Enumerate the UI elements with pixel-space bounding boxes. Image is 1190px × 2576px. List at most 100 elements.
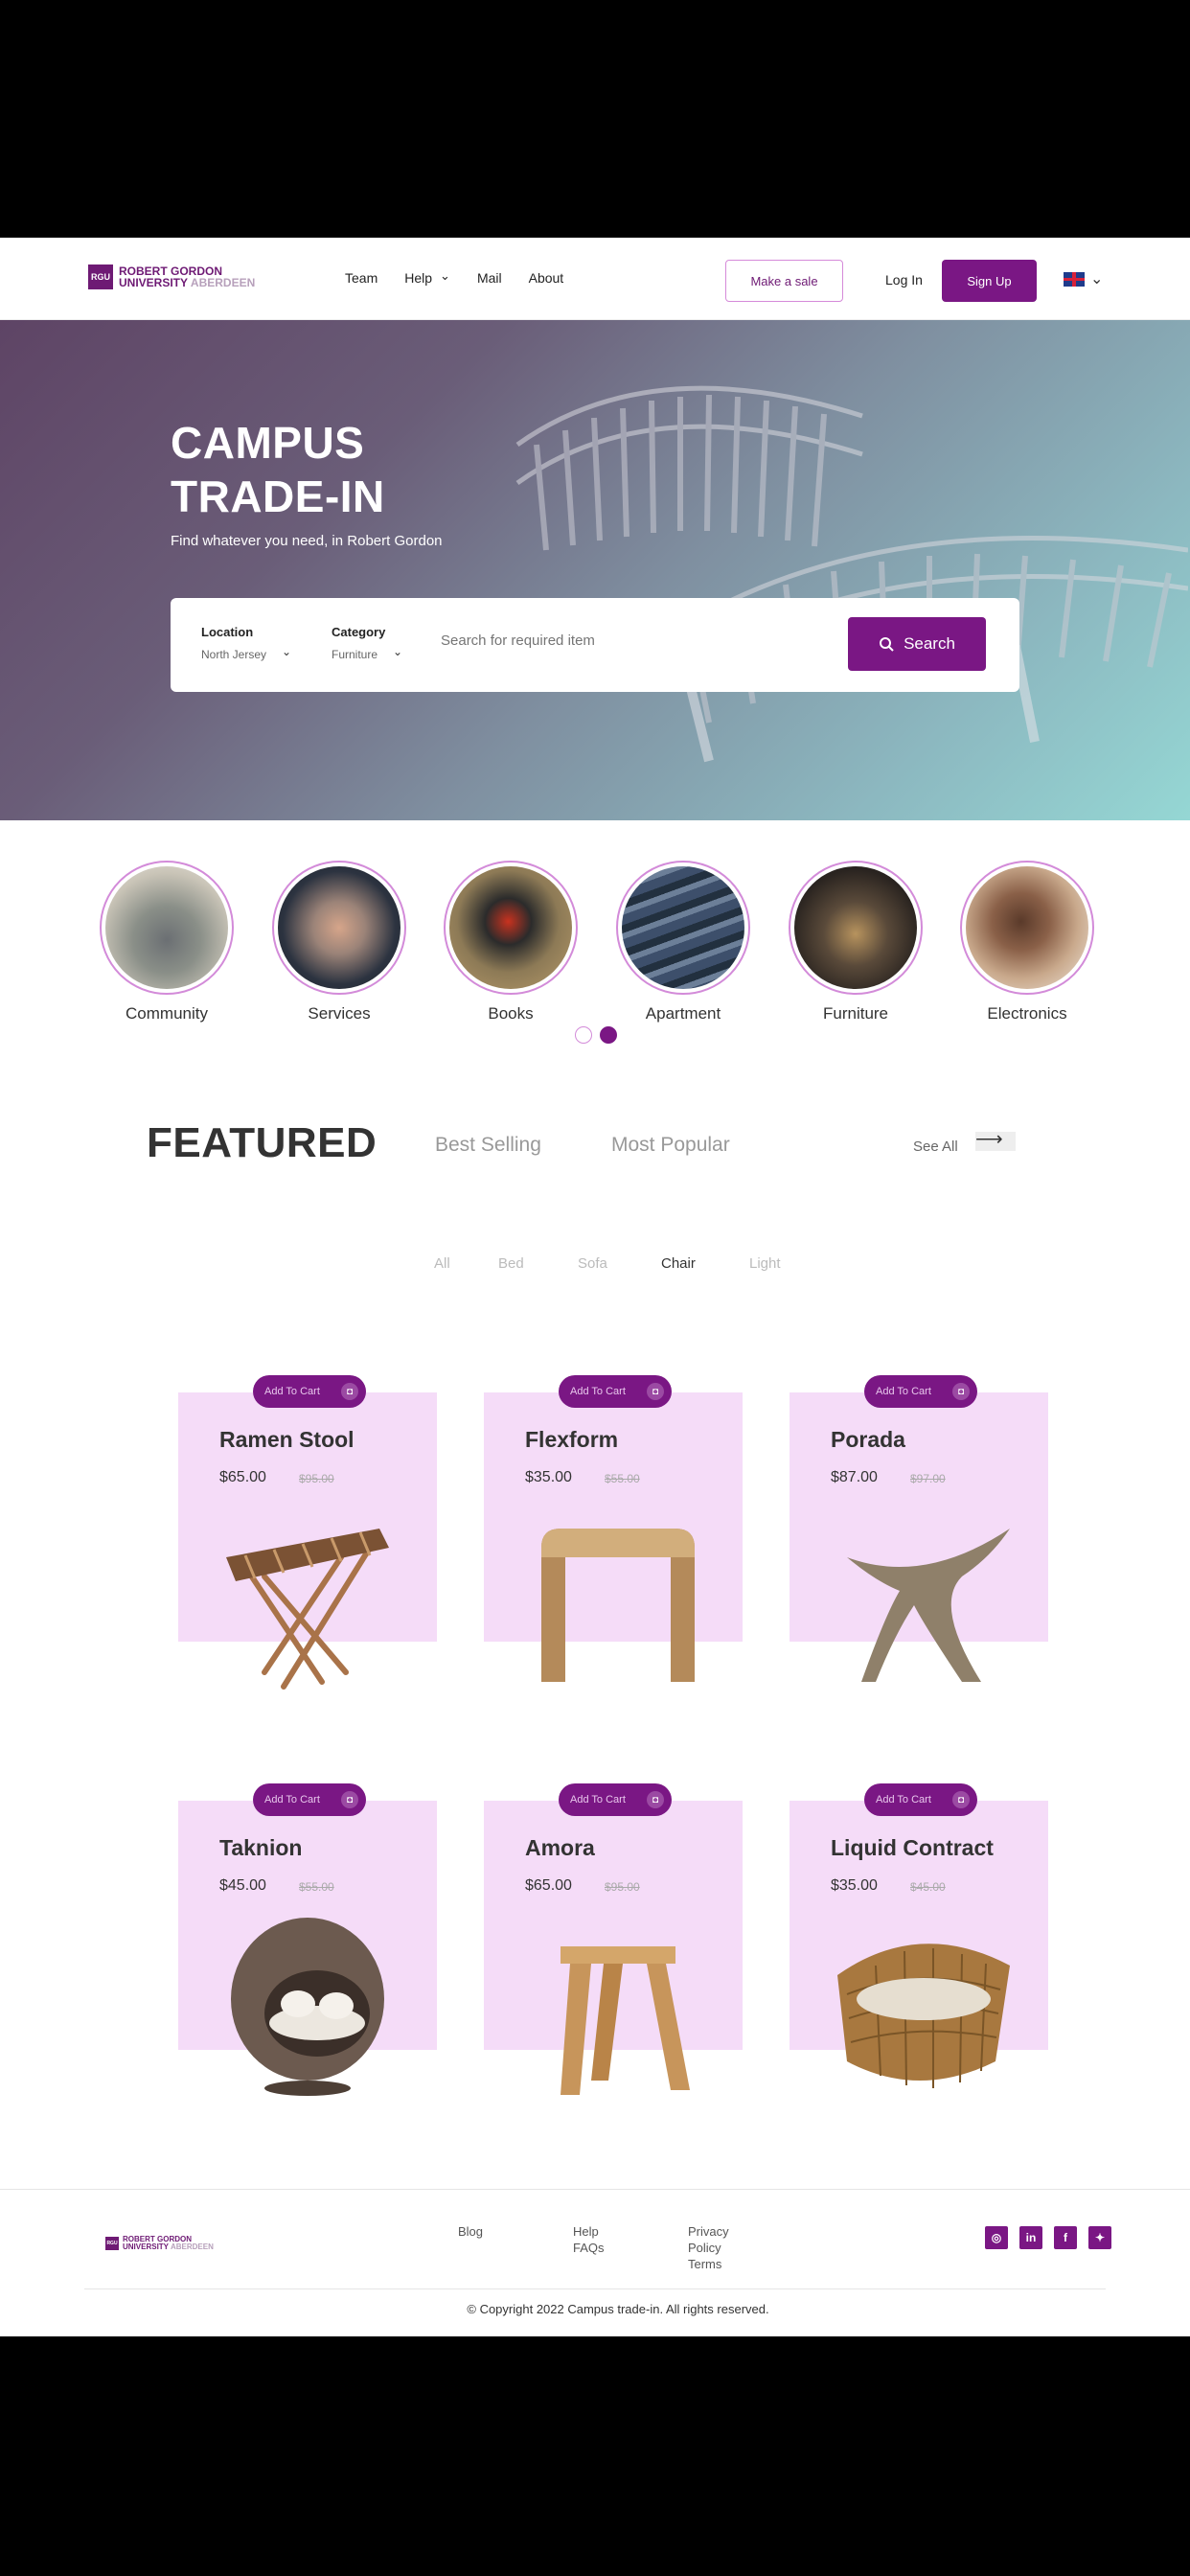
footer-link-policy[interactable]: Policy [688, 2240, 729, 2256]
add-to-cart-button[interactable]: Add To Cart ◘ [253, 1375, 366, 1408]
tab-most-popular[interactable]: Most Popular [611, 1134, 730, 1157]
arrow-right-icon[interactable]: ⟶ [975, 1130, 1016, 1151]
cart-icon: ◘ [341, 1791, 358, 1808]
furniture-image [794, 866, 917, 989]
for-sale-sign-image [449, 866, 572, 989]
footer-link-terms[interactable]: Terms [688, 2256, 729, 2272]
logo-mark: RGU [88, 264, 113, 289]
chevron-down-icon: ⌄ [1090, 271, 1104, 288]
search-button-label: Search [904, 634, 955, 653]
location-label: Location [201, 625, 254, 639]
cart-icon: ◘ [952, 1383, 970, 1400]
handshake-image [278, 866, 400, 989]
product-name: Taknion [219, 1835, 303, 1860]
category-electronics[interactable]: Electronics [960, 861, 1094, 1024]
nav-help[interactable]: Help [404, 270, 450, 287]
hero-subtitle: Find whatever you need, in Robert Gordon [171, 533, 443, 549]
copyright-text: © Copyright 2022 Campus trade-in. All ri… [467, 2302, 769, 2316]
filter-light[interactable]: Light [749, 1255, 781, 1272]
location-select[interactable]: Location North Jersey [201, 625, 291, 661]
category-apartment[interactable]: Apartment [616, 861, 750, 1024]
language-selector[interactable]: ⌄ [1064, 269, 1103, 288]
product-card[interactable]: Add To Cart ◘ Ramen Stool $65.00 $95.00 [178, 1375, 437, 1691]
featured-title: FEATURED [147, 1119, 378, 1166]
footer-link-help[interactable]: Help [573, 2223, 605, 2240]
stool-image [541, 1529, 695, 1682]
hero-title-line1: CAMPUS [171, 418, 365, 468]
product-name: Porada [831, 1427, 905, 1452]
logo-line2b: ABERDEEN [190, 276, 256, 289]
login-link[interactable]: Log In [885, 272, 923, 288]
hero-title-line2: TRADE-IN [171, 472, 385, 521]
add-to-cart-button[interactable]: Add To Cart ◘ [559, 1375, 672, 1408]
product-name: Liquid Contract [831, 1835, 994, 1860]
nav-about[interactable]: About [529, 270, 564, 287]
category-select[interactable]: Category Furniture [332, 625, 402, 661]
category-community[interactable]: Community [100, 861, 234, 1024]
search-input[interactable] [441, 632, 824, 649]
see-all-link[interactable]: See All [913, 1138, 958, 1155]
instagram-icon[interactable]: ◎ [985, 2226, 1008, 2249]
product-price: $45.00 [219, 1877, 266, 1894]
search-panel: Location North Jersey Category Furniture… [171, 598, 1019, 692]
category-label: Books [488, 1004, 534, 1023]
add-to-cart-button[interactable]: Add To Cart ◘ [253, 1783, 366, 1816]
hero-title: CAMPUS TRADE-IN [171, 416, 385, 523]
logo-line2a: UNIVERSITY [119, 276, 189, 289]
footer-link-blog[interactable]: Blog [458, 2223, 483, 2240]
product-name: Ramen Stool [219, 1427, 355, 1452]
logo-line2b: ABERDEEN [170, 2242, 214, 2251]
nav-mail[interactable]: Mail [477, 270, 502, 287]
brand-logo[interactable]: RGU ROBERT GORDON UNIVERSITY ABERDEEN [88, 264, 255, 289]
filter-sofa[interactable]: Sofa [578, 1255, 607, 1272]
product-old-price: $45.00 [910, 1880, 946, 1894]
add-to-cart-button[interactable]: Add To Cart ◘ [864, 1375, 977, 1408]
facebook-icon[interactable]: f [1054, 2226, 1077, 2249]
category-books[interactable]: Books [444, 861, 578, 1024]
product-old-price: $95.00 [605, 1880, 640, 1894]
tab-best-selling[interactable]: Best Selling [435, 1134, 541, 1157]
product-price: $35.00 [525, 1469, 572, 1485]
nav-team[interactable]: Team [345, 270, 378, 287]
carousel-dot[interactable] [575, 1026, 592, 1044]
add-to-cart-button[interactable]: Add To Cart ◘ [864, 1783, 977, 1816]
add-to-cart-button[interactable]: Add To Cart ◘ [559, 1783, 672, 1816]
category-carousel: Community Services Books Apartment Furni… [100, 861, 1096, 1024]
category-label: Category [332, 625, 386, 639]
product-card[interactable]: Add To Cart ◘ Flexform $35.00 $55.00 [484, 1375, 743, 1691]
page: RGU ROBERT GORDON UNIVERSITY ABERDEEN Te… [0, 238, 1190, 2336]
footer-link-privacy[interactable]: Privacy [688, 2223, 729, 2240]
product-card[interactable]: Add To Cart ◘ Taknion $45.00 $55.00 [178, 1783, 437, 2100]
product-card[interactable]: Add To Cart ◘ Amora $65.00 $95.00 [484, 1783, 743, 2100]
logo-line2a: UNIVERSITY [123, 2242, 170, 2251]
product-old-price: $97.00 [910, 1472, 946, 1485]
egg-chair-image [231, 1918, 384, 2096]
footer-divider-2 [84, 2288, 1106, 2289]
category-furniture[interactable]: Furniture [789, 861, 923, 1024]
stool-image [226, 1529, 389, 1690]
category-label: Community [126, 1004, 208, 1023]
filter-all[interactable]: All [434, 1255, 450, 1272]
product-name: Amora [525, 1835, 595, 1860]
filter-chair[interactable]: Chair [661, 1255, 696, 1272]
linkedin-icon[interactable]: in [1019, 2226, 1042, 2249]
make-sale-button[interactable]: Make a sale [725, 260, 843, 302]
twitter-icon[interactable]: ✦ [1088, 2226, 1111, 2249]
hero-banner: CAMPUS TRADE-IN Find whatever you need, … [0, 320, 1190, 820]
product-name: Flexform [525, 1427, 619, 1452]
product-card[interactable]: Add To Cart ◘ Porada $87.00 $97.00 [790, 1375, 1048, 1691]
footer-link-faqs[interactable]: FAQs [573, 2240, 605, 2256]
product-card[interactable]: Add To Cart ◘ Liquid Contract $35.00 $45.… [790, 1783, 1048, 2100]
filter-bed[interactable]: Bed [498, 1255, 524, 1272]
footer-logo[interactable]: RGU ROBERT GORDON UNIVERSITY ABERDEEN [105, 2236, 214, 2251]
category-label: Services [308, 1004, 371, 1023]
footer-col-1: Blog [458, 2223, 483, 2240]
carousel-dot-active[interactable] [600, 1026, 617, 1044]
footer-divider [0, 2189, 1190, 2190]
cart-icon: ◘ [647, 1383, 664, 1400]
cart-icon: ◘ [647, 1791, 664, 1808]
signup-button[interactable]: Sign Up [942, 260, 1037, 302]
product-old-price: $95.00 [299, 1472, 334, 1485]
search-button[interactable]: Search [848, 617, 986, 671]
category-services[interactable]: Services [272, 861, 406, 1024]
